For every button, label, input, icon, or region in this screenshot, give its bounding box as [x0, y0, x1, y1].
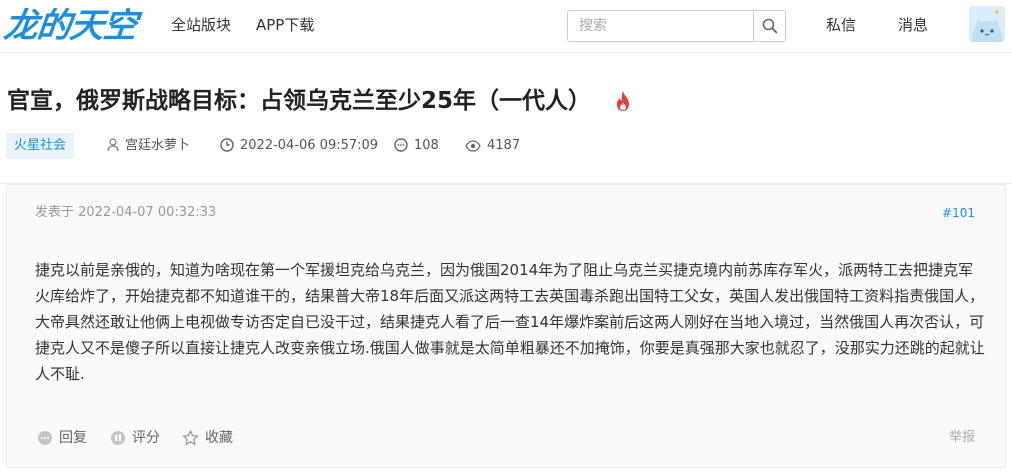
reply-icon [38, 431, 52, 445]
clock-icon [220, 138, 234, 152]
forum-tag[interactable]: 火星社会 [6, 133, 75, 159]
notifications-link[interactable]: 消息 [898, 15, 928, 35]
post-time-meta: 2022-04-06 09:57:09 [220, 136, 378, 156]
post-posted-at: 发表于 2022-04-07 00:32:33 [35, 205, 217, 220]
rate-label: 评分 [132, 430, 160, 446]
search-input[interactable] [568, 11, 753, 41]
user-icon [107, 138, 119, 152]
star-icon [182, 430, 199, 446]
author-name[interactable]: 宫廷水萝卜 [125, 138, 190, 153]
post-content: 捷克以前是亲俄的，知道为啥现在第一个军援坦克给乌克兰，因为俄国2014年为了阻止… [35, 261, 985, 383]
author-meta[interactable]: 宫廷水萝卜 [107, 136, 190, 156]
favorite-button[interactable]: 收藏 [182, 428, 233, 448]
search-button[interactable] [753, 11, 785, 41]
report-button[interactable]: 举报 [949, 428, 975, 448]
view-count: 4187 [487, 138, 521, 153]
private-messages-link[interactable]: 私信 [826, 15, 856, 35]
reply-post: 发表于 2022-04-07 00:32:33 #101 捷克以前是亲俄的，知道… [6, 184, 1006, 468]
search-icon [762, 18, 778, 34]
header-divider [0, 52, 1012, 53]
top-navbar: 龙的天空 全站版块 APP下载 私信 消息 [0, 0, 1012, 52]
rate-icon [111, 431, 125, 445]
nav-all-boards[interactable]: 全站版块 [171, 15, 231, 35]
view-count-meta: 4187 [465, 136, 520, 156]
flame-icon [617, 91, 629, 111]
reply-count-meta: 108 [394, 136, 439, 156]
avatar-cat-icon [969, 6, 1005, 42]
eye-icon [465, 140, 481, 152]
reply-label: 回复 [59, 430, 87, 446]
favorite-label: 收藏 [205, 430, 233, 446]
reply-button[interactable]: 回复 [37, 428, 87, 448]
nav-app-download[interactable]: APP下载 [256, 15, 314, 35]
rate-button[interactable]: 评分 [110, 428, 160, 448]
search-box [567, 10, 786, 42]
reply-count: 108 [414, 138, 439, 153]
post-time: 2022-04-06 09:57:09 [240, 138, 379, 153]
site-logo[interactable]: 龙的天空 [2, 6, 138, 46]
comment-icon [394, 138, 408, 152]
floor-number-link[interactable]: #101 [942, 204, 975, 222]
thread-title: 官宣，俄罗斯战略目标：占领乌克兰至少25年（一代人） [7, 88, 592, 114]
user-avatar[interactable] [969, 6, 1005, 42]
